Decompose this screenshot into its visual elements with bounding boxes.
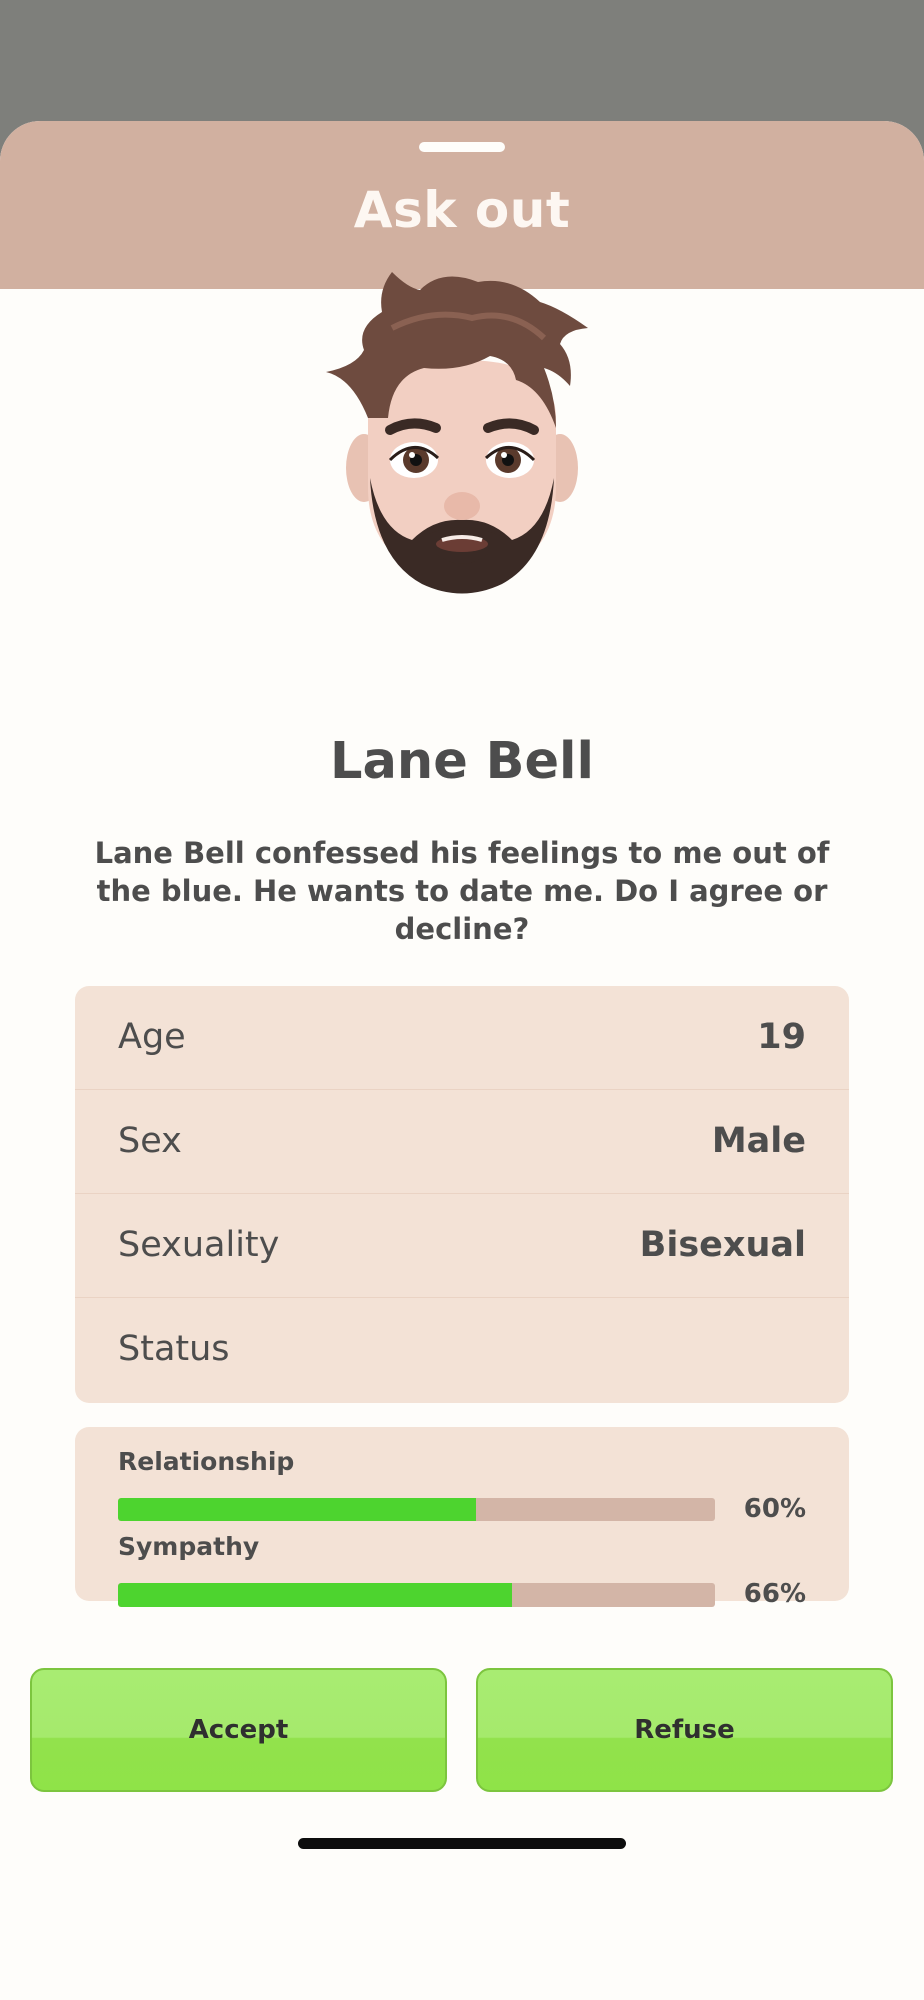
info-value: Bisexual (639, 1225, 806, 1265)
sympathy-progress-fill (118, 1583, 513, 1607)
sympathy-percent: 66% (743, 1579, 806, 1609)
info-card: Age 19 Sex Male Sexuality Bisexual Statu… (75, 986, 849, 1403)
sheet-header: Ask out (0, 121, 924, 289)
stats-card: Relationship 60% Sympathy 66% (75, 1427, 849, 1609)
info-row-status: Status (75, 1298, 849, 1402)
info-label: Status (118, 1329, 230, 1369)
stat-label-sympathy: Sympathy (118, 1532, 260, 1561)
info-label: Sexuality (118, 1225, 280, 1265)
sympathy-progress-bar (118, 1583, 715, 1607)
profile-description: Lane Bell confessed his feelings to me o… (94, 836, 830, 946)
home-indicator (298, 1838, 626, 1849)
refuse-button[interactable]: Refuse (476, 1668, 893, 1792)
sheet-title: Ask out (353, 181, 571, 239)
stat-label-relationship: Relationship (118, 1447, 295, 1476)
info-label: Age (118, 1017, 186, 1057)
info-row-sexuality: Sexuality Bisexual (75, 1194, 849, 1298)
profile-name: Lane Bell (330, 732, 594, 791)
avatar (326, 272, 588, 594)
relationship-progress-bar (118, 1498, 715, 1521)
info-row-age: Age 19 (75, 986, 849, 1090)
drag-handle[interactable] (419, 142, 505, 152)
info-value: Male (711, 1121, 806, 1161)
info-label: Sex (118, 1121, 182, 1161)
relationship-percent: 60% (743, 1494, 806, 1524)
relationship-progress-fill (118, 1498, 477, 1521)
accept-button[interactable]: Accept (30, 1668, 447, 1792)
info-row-sex: Sex Male (75, 1090, 849, 1194)
info-value: 19 (757, 1017, 806, 1057)
